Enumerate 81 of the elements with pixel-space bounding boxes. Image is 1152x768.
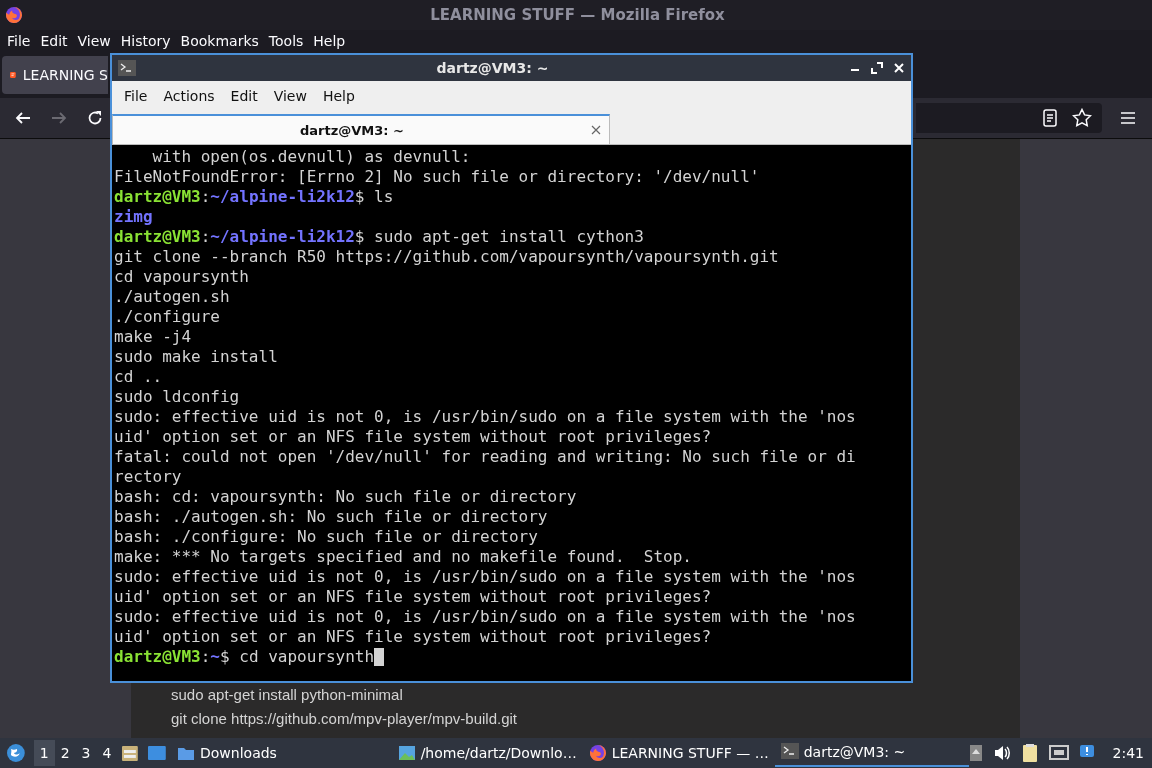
maximize-icon[interactable] bbox=[871, 62, 883, 74]
page-text: git clone https://github.com/mpv-player/mpv-build.git bbox=[171, 710, 518, 729]
firefox-icon bbox=[588, 744, 607, 762]
menu-item[interactable]: Bookmarks bbox=[175, 33, 264, 49]
menu-item[interactable]: View bbox=[265, 88, 315, 104]
window-title: LEARNING STUFF — Mozilla Firefox bbox=[429, 6, 726, 24]
command-text: $ cd vapoursynth bbox=[220, 647, 375, 667]
firefox-icon bbox=[5, 6, 23, 24]
menu-item[interactable]: History bbox=[115, 33, 176, 49]
output-line: bash: cd: vapoursynth: No such file or directory bbox=[114, 487, 577, 507]
output-line: bash: ./configure: No such file or directory bbox=[114, 527, 538, 547]
eject-icon[interactable] bbox=[968, 744, 983, 762]
output-line: sudo ldconfig bbox=[114, 387, 240, 407]
prompt-path: ~/alpine-li2k12 bbox=[210, 187, 355, 207]
terminal-icon bbox=[780, 743, 799, 761]
menu-item[interactable]: Tools bbox=[263, 33, 309, 49]
taskbar-button[interactable]: LEARNING STUFF — … bbox=[582, 739, 775, 767]
prompt-user: dartz@VM3 bbox=[114, 647, 201, 667]
workspace-button[interactable]: 4 bbox=[96, 740, 118, 766]
output-line: sudo: effective uid is not 0, is /usr/bin/sudo on a file system with the 'nos bbox=[114, 607, 856, 627]
menu-item[interactable]: Edit bbox=[222, 88, 266, 104]
network-icon[interactable] bbox=[1048, 744, 1069, 762]
file-manager-icon[interactable] bbox=[121, 744, 140, 762]
start-menu-icon[interactable] bbox=[6, 743, 26, 763]
menu-item[interactable]: Help bbox=[308, 33, 351, 49]
output-line: ./autogen.sh bbox=[114, 287, 230, 307]
taskbar-button[interactable]: Downloads bbox=[171, 739, 283, 767]
output-line: git clone --branch R50 https://github.com/vapoursynth/vapoursynth.git bbox=[114, 247, 779, 267]
output-line: make -j4 bbox=[114, 327, 192, 347]
output-line: fatal: could not open '/dev/null' for reading and writing: No such file or di bbox=[114, 447, 856, 467]
command-text: $ sudo apt-get install cython3 bbox=[354, 227, 644, 247]
output-line: bash: ./autogen.sh: No such file or directory bbox=[114, 507, 548, 527]
prompt-user: dartz@VM3 bbox=[114, 187, 201, 207]
menu-item[interactable]: Actions bbox=[155, 88, 223, 104]
taskbar-button[interactable]: dartz@VM3: ~ bbox=[774, 739, 969, 767]
volume-icon[interactable] bbox=[992, 745, 1011, 761]
workspace-button[interactable]: 1 bbox=[33, 740, 55, 766]
output-line: uid' option set or an NFS file system without root privileges? bbox=[114, 427, 712, 447]
prompt-user: dartz@VM3 bbox=[114, 227, 201, 247]
menu-item[interactable]: Edit bbox=[35, 33, 73, 49]
workspace-button[interactable]: 3 bbox=[75, 740, 97, 766]
output-line: rectory bbox=[114, 467, 182, 487]
output-line: with open(os.devnull) as devnull: bbox=[151, 147, 471, 167]
close-icon[interactable] bbox=[591, 125, 601, 135]
image-icon bbox=[397, 744, 416, 762]
address-bar[interactable] bbox=[916, 103, 1102, 133]
workspace-button[interactable]: 2 bbox=[54, 740, 76, 766]
terminal-icon bbox=[118, 60, 136, 76]
prompt-separator: : bbox=[200, 647, 211, 667]
prompt-separator: : bbox=[200, 227, 211, 247]
page-text: sudo apt-get install python-minimal bbox=[171, 686, 404, 705]
window-title: dartz@VM3: ~ bbox=[435, 60, 550, 76]
prompt-separator: : bbox=[200, 187, 211, 207]
taskbar-button[interactable]: /home/dartz/Downlo… bbox=[391, 739, 583, 767]
reload-icon[interactable] bbox=[86, 109, 104, 127]
output-line: uid' option set or an NFS file system without root privileges? bbox=[114, 587, 712, 607]
clipboard-icon[interactable] bbox=[1020, 743, 1039, 763]
menu-icon[interactable] bbox=[1120, 111, 1136, 125]
output-line: cd .. bbox=[114, 367, 163, 387]
desktop-icon[interactable] bbox=[147, 744, 167, 762]
output-line: FileNotFoundError: [Errno 2] No such file or directory: '/dev/null' bbox=[114, 167, 760, 187]
output-line: sudo: effective uid is not 0, is /usr/bin/sudo on a file system with the 'nos bbox=[114, 407, 856, 427]
command-text: $ ls bbox=[354, 187, 394, 207]
browser-tab[interactable]: LEARNING S bbox=[2, 56, 108, 94]
menu-item[interactable]: File bbox=[2, 33, 36, 49]
reader-view-icon[interactable] bbox=[1042, 109, 1058, 127]
terminal-tab[interactable]: dartz@VM3: ~ bbox=[112, 114, 610, 144]
output-line: sudo make install bbox=[114, 347, 278, 367]
prompt-path: ~/alpine-li2k12 bbox=[210, 227, 355, 247]
output-line: sudo: effective uid is not 0, is /usr/bin/sudo on a file system with the 'nos bbox=[114, 567, 856, 587]
prompt-path: ~ bbox=[210, 647, 220, 667]
output-line: ./configure bbox=[114, 307, 220, 327]
menu-item[interactable]: Help bbox=[314, 88, 363, 104]
menu-item[interactable]: File bbox=[116, 88, 156, 104]
output-line: cd vapoursynth bbox=[114, 267, 249, 287]
output-line: make: *** No targets specified and no makefile found. Stop. bbox=[114, 547, 692, 567]
menu-item[interactable]: View bbox=[72, 33, 116, 49]
directory-name: zimg bbox=[114, 207, 153, 227]
star-icon[interactable] bbox=[1072, 108, 1092, 128]
output-line: uid' option set or an NFS file system without root privileges? bbox=[114, 627, 712, 647]
clock: 2:41 bbox=[1112, 745, 1144, 761]
